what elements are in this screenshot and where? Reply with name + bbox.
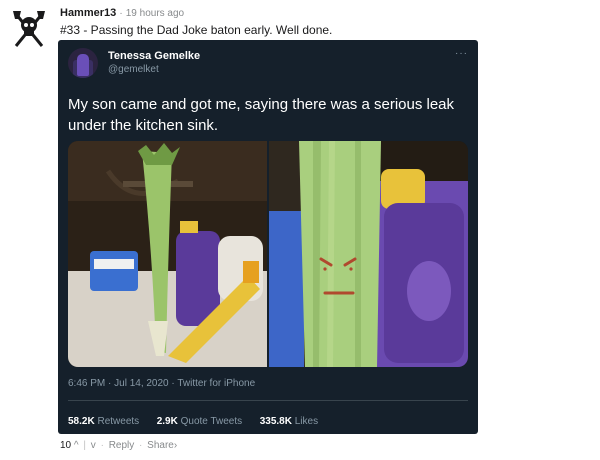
tweet-text: My son came and got me, saying there was… <box>68 96 455 134</box>
tweet-avatar[interactable] <box>68 48 98 78</box>
photo-leek-closeup[interactable] <box>269 141 468 367</box>
likes-count: 335.8K <box>259 416 292 427</box>
username-link[interactable]: Hammer13 <box>60 7 116 19</box>
upvote-icon[interactable]: ^ <box>74 440 79 451</box>
share-arrow-icon: › <box>173 440 178 451</box>
retweets-label: Retweets <box>97 416 140 427</box>
tweet-divider <box>68 400 468 401</box>
skull-axes-avatar-icon[interactable] <box>12 8 46 48</box>
share-button[interactable]: Share› <box>147 440 177 451</box>
comment: Hammer13 · 19 hours ago #33 - Passing th… <box>0 0 600 460</box>
comment-text: #33 - Passing the Dad Joke baton early. … <box>60 23 333 37</box>
embedded-tweet[interactable]: Tenessa Gemelke @gemelket ··· My son cam… <box>58 40 478 434</box>
tweet-timestamp[interactable]: 6:46 PM · Jul 14, 2020 · Twitter for iPh… <box>68 378 255 389</box>
likes-stat[interactable]: 335.8K Likes <box>260 416 318 427</box>
comment-actions: 10 ^ | v · Reply · Share› <box>60 440 177 451</box>
downvote-icon[interactable]: v <box>91 440 96 451</box>
action-separator-2: · <box>139 440 143 451</box>
reply-button[interactable]: Reply <box>109 440 135 451</box>
photo-leek-angry-face <box>269 141 468 367</box>
tweet-handle[interactable]: @gemelket <box>108 64 159 75</box>
action-separator: · <box>100 440 104 451</box>
tweet-photos[interactable] <box>68 141 468 367</box>
quote-tweets-count: 2.9K <box>156 416 178 427</box>
likes-label: Likes <box>294 416 319 427</box>
retweets-stat[interactable]: 58.2K Retweets <box>68 416 139 427</box>
photo-under-sink[interactable] <box>68 141 267 367</box>
quote-tweets-stat[interactable]: 2.9K Quote Tweets <box>157 416 242 427</box>
share-label: Share <box>147 440 174 451</box>
timestamp[interactable]: 19 hours ago <box>126 8 184 19</box>
more-options-icon[interactable]: ··· <box>455 48 468 59</box>
vote-divider: | <box>83 440 86 451</box>
comment-meta: Hammer13 · 19 hours ago <box>60 6 184 21</box>
quote-tweets-label: Quote Tweets <box>180 416 243 427</box>
tweet-stats: 58.2K Retweets 2.9K Quote Tweets 335.8K … <box>68 416 318 427</box>
photo-leek-under-sink <box>68 141 267 367</box>
retweets-count: 58.2K <box>68 416 95 427</box>
vote-score: 10 <box>60 440 72 451</box>
tweet-display-name[interactable]: Tenessa Gemelke <box>108 50 200 62</box>
meta-separator: · <box>119 8 123 19</box>
